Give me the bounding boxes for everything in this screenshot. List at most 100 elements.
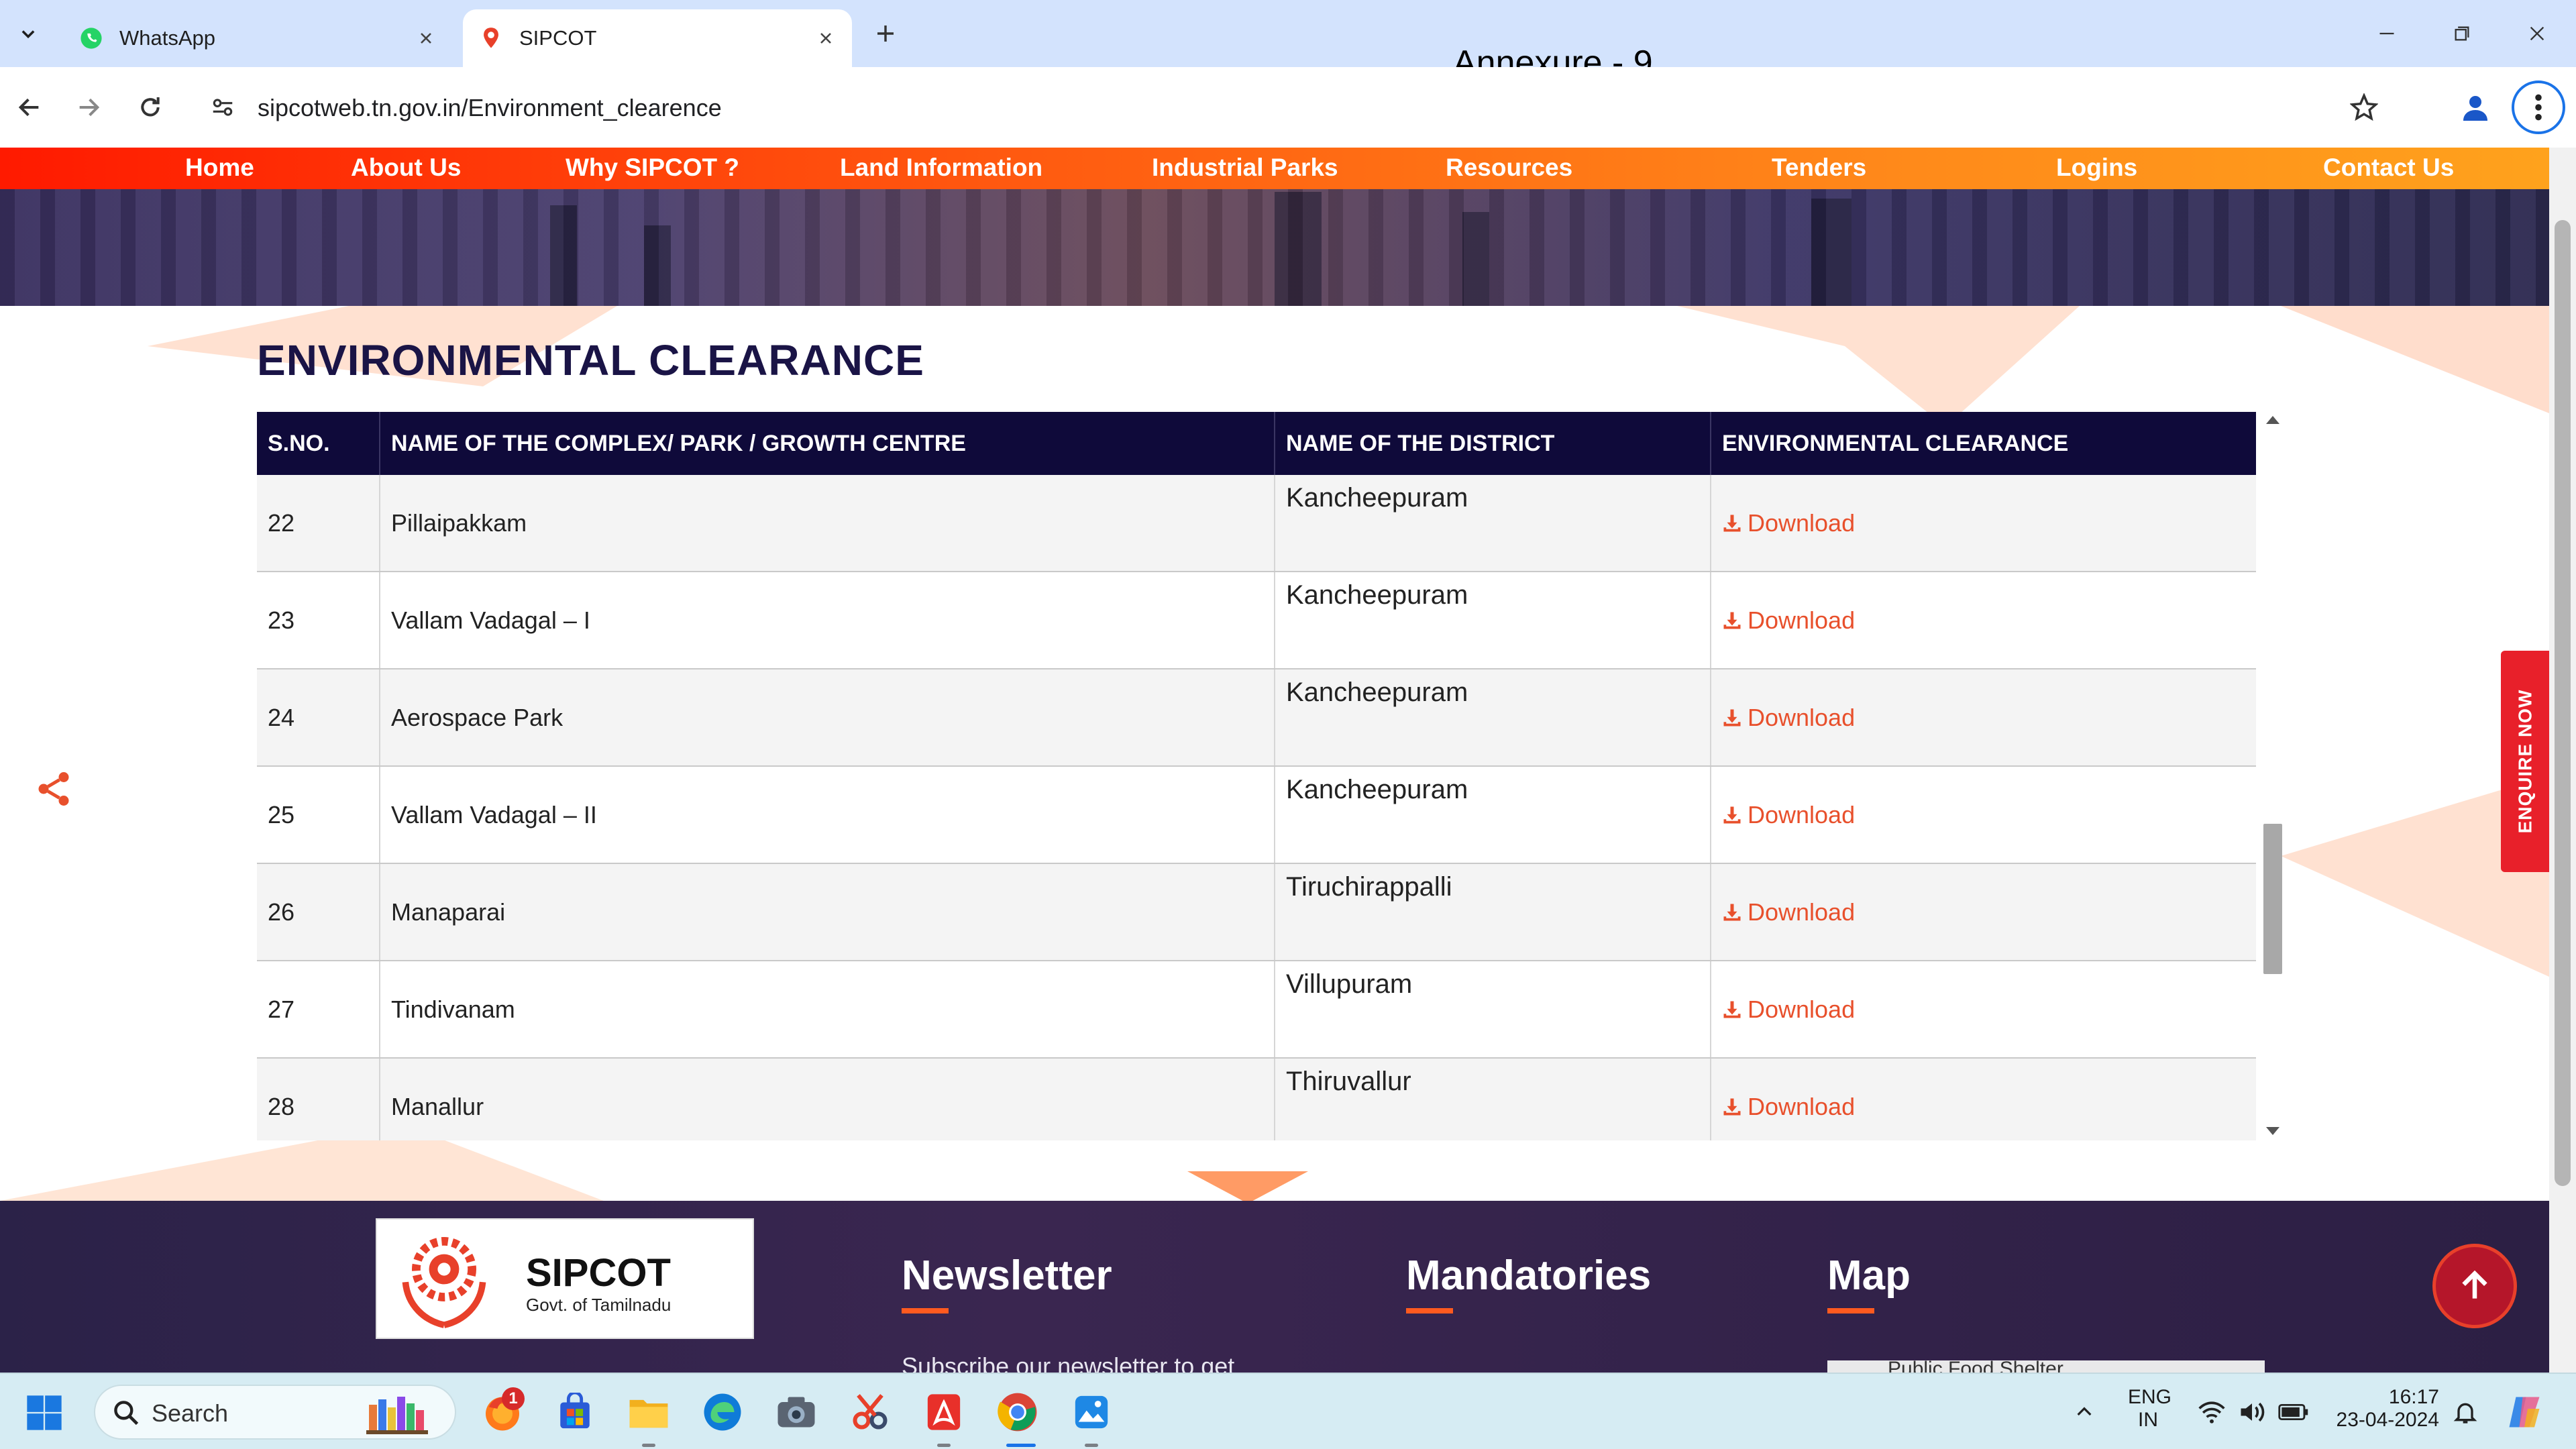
taskbar-search[interactable]: Search bbox=[94, 1385, 456, 1440]
sipcot-logo[interactable]: SIPCOT Govt. of Tamilnadu bbox=[376, 1218, 754, 1339]
snipping-tool-icon[interactable] bbox=[847, 1389, 894, 1436]
footer-decoration bbox=[1187, 1171, 1308, 1203]
clock-time: 16:17 bbox=[2388, 1386, 2439, 1408]
more-vertical-icon bbox=[2535, 94, 2542, 121]
browser-toolbar: sipcotweb.tn.gov.in/Environment_clearenc… bbox=[0, 67, 2576, 148]
minimize-button[interactable] bbox=[2367, 13, 2407, 54]
name-cell: Tindivanam bbox=[380, 961, 1275, 1057]
reload-button[interactable] bbox=[127, 85, 173, 130]
file-explorer-icon[interactable] bbox=[625, 1389, 672, 1436]
copilot-icon[interactable] bbox=[2501, 1389, 2548, 1436]
download-link[interactable]: Download bbox=[1711, 669, 2256, 765]
nav-resources[interactable]: Resources bbox=[1446, 154, 1572, 182]
nav-logins[interactable]: Logins bbox=[2056, 154, 2137, 182]
heading-text: Newsletter bbox=[902, 1252, 1112, 1299]
table-body: 22 Pillaipakkam Kancheepuram Download 23… bbox=[257, 475, 2256, 1140]
new-tab-button[interactable] bbox=[869, 17, 902, 50]
map-label: Public Food Shelter bbox=[1888, 1358, 2063, 1373]
page-scroll-thumb[interactable] bbox=[2555, 220, 2571, 1186]
nav-home[interactable]: Home bbox=[185, 154, 254, 182]
site-footer: SIPCOT Govt. of Tamilnadu Newsletter Man… bbox=[0, 1201, 2549, 1373]
banner-decoration bbox=[1275, 192, 1322, 306]
sipcot-favicon-icon bbox=[479, 26, 503, 50]
download-link[interactable]: Download bbox=[1711, 475, 2256, 571]
nav-industrial-parks[interactable]: Industrial Parks bbox=[1152, 154, 1338, 182]
heading-underline bbox=[1827, 1308, 1874, 1313]
running-indicator bbox=[937, 1444, 951, 1447]
microsoft-store-icon[interactable] bbox=[551, 1389, 598, 1436]
download-link[interactable]: Download bbox=[1711, 1059, 2256, 1140]
download-link[interactable]: Download bbox=[1711, 961, 2256, 1057]
page-scrollbar[interactable] bbox=[2549, 148, 2576, 1373]
restore-button[interactable] bbox=[2442, 13, 2482, 54]
map-embed[interactable]: Public Food Shelter bbox=[1827, 1358, 2265, 1373]
close-tab-icon[interactable] bbox=[416, 28, 436, 48]
scroll-down-arrow-icon[interactable] bbox=[2266, 1127, 2279, 1135]
camera-icon[interactable] bbox=[773, 1389, 820, 1436]
close-window-button[interactable] bbox=[2517, 13, 2557, 54]
name-cell: Manaparai bbox=[380, 864, 1275, 960]
arrow-left-icon bbox=[18, 98, 39, 117]
table-row: 25 Vallam Vadagal – II Kancheepuram Down… bbox=[257, 767, 2256, 864]
profile-avatar-button[interactable] bbox=[2455, 87, 2496, 127]
scroll-up-arrow-icon[interactable] bbox=[2266, 416, 2279, 424]
nav-land-information[interactable]: Land Information bbox=[840, 154, 1042, 182]
running-indicator bbox=[642, 1444, 655, 1447]
newsletter-description: Subscribe our newsletter to get bbox=[902, 1352, 1235, 1373]
district-cell: Kancheepuram bbox=[1275, 669, 1711, 765]
acrobat-reader-icon[interactable] bbox=[920, 1389, 967, 1436]
browser-menu-button[interactable] bbox=[2512, 80, 2565, 134]
tab-sipcot[interactable]: SIPCOT bbox=[463, 9, 852, 67]
main-content: ENVIRONMENTAL CLEARANCE S.NO. NAME OF TH… bbox=[0, 306, 2549, 1201]
windows-start-icon[interactable] bbox=[25, 1394, 63, 1432]
chrome-icon[interactable] bbox=[994, 1389, 1041, 1436]
table-scrollbar[interactable] bbox=[2261, 412, 2285, 1140]
download-link[interactable]: Download bbox=[1711, 572, 2256, 668]
notification-bell-icon[interactable] bbox=[2442, 1389, 2489, 1436]
download-icon bbox=[1722, 1097, 1742, 1117]
nav-why-sipcot[interactable]: Why SIPCOT ? bbox=[566, 154, 739, 182]
share-icon[interactable] bbox=[34, 769, 74, 809]
enquire-now-button[interactable]: ENQUIRE NOW bbox=[2501, 651, 2549, 872]
forward-button[interactable] bbox=[66, 85, 111, 130]
bookmark-star-icon[interactable] bbox=[2348, 91, 2380, 123]
logo-brand-text: SIPCOT bbox=[526, 1251, 671, 1295]
url-text[interactable]: sipcotweb.tn.gov.in/Environment_clearenc… bbox=[258, 94, 722, 122]
photos-app-icon[interactable] bbox=[1068, 1389, 1115, 1436]
back-button[interactable] bbox=[7, 85, 52, 130]
search-highlight-books-icon bbox=[366, 1397, 428, 1434]
chevron-up-icon[interactable] bbox=[2061, 1389, 2108, 1436]
download-label: Download bbox=[1748, 995, 1856, 1023]
close-tab-icon[interactable] bbox=[816, 28, 836, 48]
download-icon bbox=[1722, 513, 1742, 533]
back-to-top-button[interactable] bbox=[2432, 1244, 2517, 1328]
footer-heading-newsletter: Newsletter bbox=[902, 1252, 1112, 1313]
column-header: S.NO. bbox=[257, 412, 380, 475]
site-settings-icon[interactable] bbox=[208, 93, 237, 122]
download-link[interactable]: Download bbox=[1711, 767, 2256, 863]
footer-heading-map: Map bbox=[1827, 1252, 1911, 1313]
tab-whatsapp[interactable]: WhatsApp bbox=[63, 9, 452, 67]
tab-search-button[interactable] bbox=[9, 15, 47, 52]
nav-tenders[interactable]: Tenders bbox=[1772, 154, 1866, 182]
banner-decoration bbox=[644, 225, 671, 306]
volume-icon[interactable] bbox=[2229, 1389, 2275, 1436]
table-row: 22 Pillaipakkam Kancheepuram Download bbox=[257, 475, 2256, 572]
nav-about-us[interactable]: About Us bbox=[351, 154, 461, 182]
nav-contact-us[interactable]: Contact Us bbox=[2323, 154, 2454, 182]
logo-subtitle: Govt. of Tamilnadu bbox=[526, 1295, 672, 1315]
clock-date: 23-04-2024 bbox=[2336, 1409, 2439, 1431]
download-link[interactable]: Download bbox=[1711, 864, 2256, 960]
table-scroll-thumb[interactable] bbox=[2263, 824, 2282, 974]
download-label: Download bbox=[1748, 703, 1856, 731]
edge-icon[interactable] bbox=[699, 1389, 746, 1436]
name-cell: Aerospace Park bbox=[380, 669, 1275, 765]
address-bar[interactable]: sipcotweb.tn.gov.in/Environment_clearenc… bbox=[195, 79, 2404, 136]
battery-icon[interactable] bbox=[2270, 1389, 2317, 1436]
language-indicator[interactable]: ENG IN bbox=[2128, 1386, 2171, 1432]
clock[interactable]: 16:17 23-04-2024 bbox=[2332, 1386, 2439, 1432]
heading-text: Mandatories bbox=[1406, 1252, 1652, 1299]
name-cell: Vallam Vadagal – I bbox=[380, 572, 1275, 668]
arrow-right-icon bbox=[79, 98, 100, 117]
search-placeholder: Search bbox=[152, 1399, 229, 1427]
